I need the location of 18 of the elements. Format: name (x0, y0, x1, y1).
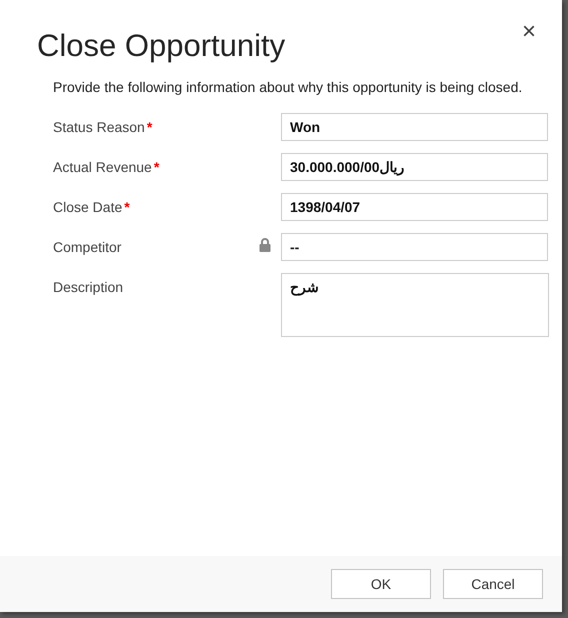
ok-button[interactable]: OK (331, 569, 431, 599)
field-label: Description (53, 279, 124, 295)
field-label: Actual Revenue (53, 159, 152, 175)
text-area[interactable]: شرح (281, 273, 549, 337)
input-field[interactable]: Won (281, 113, 548, 141)
required-mark: * (146, 119, 152, 135)
field-label: Close Date (53, 199, 122, 215)
input-field[interactable]: 30.000.000/00ریال (281, 153, 548, 181)
required-mark: * (124, 199, 130, 215)
close-button[interactable]: × (518, 22, 540, 42)
cancel-button[interactable]: Cancel (443, 569, 543, 599)
required-mark: * (154, 159, 160, 175)
input-field[interactable]: -- (281, 233, 548, 261)
field-label: Status Reason (53, 119, 145, 135)
intro-text: Provide the following information about why this opportunity is being closed. (53, 78, 523, 97)
field-label: Competitor (53, 239, 122, 255)
dialog-title: Close Opportunity (37, 28, 286, 64)
input-field[interactable]: 1398/04/07 (281, 193, 548, 221)
